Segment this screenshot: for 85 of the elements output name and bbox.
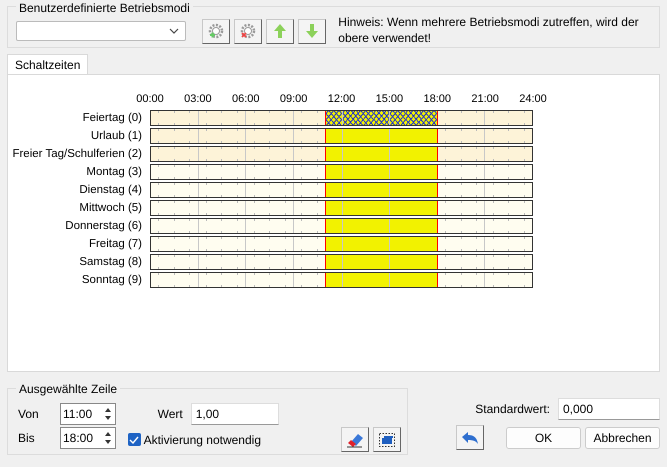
gear-delete-icon [239, 22, 258, 40]
group-title: Ausgewählte Zeile [16, 382, 120, 396]
to-time-spinner[interactable]: 18:00 [60, 427, 116, 449]
hour-label: 09:00 [280, 93, 308, 105]
active-hour-slot[interactable] [421, 183, 438, 197]
active-hour-slot[interactable] [325, 183, 343, 197]
move-up-button[interactable] [266, 18, 294, 44]
timeline-track[interactable] [150, 236, 533, 252]
hour-label: 24:00 [519, 93, 547, 105]
active-hour-slot[interactable] [421, 129, 438, 143]
active-hour-slot[interactable] [421, 165, 438, 179]
active-hour-slot[interactable] [325, 129, 343, 143]
row-label: Samstag (8) [79, 256, 142, 268]
row-label: Montag (3) [86, 166, 142, 178]
undo-arrow-icon [461, 430, 479, 444]
timeline-track[interactable] [150, 254, 533, 270]
move-down-button[interactable] [298, 18, 326, 44]
default-value-field[interactable]: 0,000 [558, 398, 660, 420]
hour-label: 03:00 [184, 93, 212, 105]
active-hour-slot[interactable] [374, 111, 390, 125]
dialog-button[interactable]: Abbrechen [585, 426, 660, 448]
active-hour-slot[interactable] [421, 255, 438, 269]
mode-dropdown[interactable] [16, 21, 186, 41]
hour-label: 00:00 [136, 93, 164, 105]
value-field[interactable]: 1,00 [190, 403, 279, 425]
arrow-down-icon [305, 23, 320, 39]
timeline-track[interactable] [150, 218, 533, 234]
tab[interactable]: Schaltzeiten [7, 54, 88, 74]
selection-icon [378, 432, 396, 448]
erase-button[interactable] [341, 427, 369, 452]
timeline-track[interactable] [150, 110, 533, 126]
active-hour-slot[interactable] [421, 219, 438, 233]
add-mode-button[interactable] [202, 18, 230, 44]
row-label: Urlaub (1) [90, 130, 142, 142]
active-hour-slot[interactable] [325, 237, 343, 251]
hour-label: 18:00 [423, 93, 452, 105]
hour-label: 15:00 [376, 93, 404, 105]
dialog-button[interactable]: OK [506, 426, 581, 448]
to-label: Bis [18, 431, 36, 445]
active-hour-slot[interactable] [325, 111, 343, 125]
gear-plus-icon [207, 22, 226, 40]
default-value-label: Standardwert: [475, 402, 550, 416]
row-label: Freier Tag/Schulferien (2) [12, 148, 142, 160]
active-hour-slot[interactable] [421, 147, 438, 161]
hour-label: 12:00 [328, 93, 356, 105]
active-hour-slot[interactable] [421, 111, 438, 125]
active-hour-slot[interactable] [421, 273, 438, 287]
active-hour-slot[interactable] [325, 255, 343, 269]
timeline-track[interactable] [150, 128, 533, 144]
timeline-track[interactable] [150, 182, 533, 198]
row-label: Mittwoch (5) [79, 202, 142, 214]
timeline-track[interactable] [150, 200, 533, 216]
active-hour-slot[interactable] [342, 111, 358, 125]
active-hour-slot[interactable] [325, 147, 343, 161]
row-label: Sonntag (9) [82, 274, 142, 286]
hour-label: 06:00 [232, 93, 260, 105]
timeline-track[interactable] [150, 164, 533, 180]
timeline-track[interactable] [150, 272, 533, 288]
activation-checkbox[interactable]: Aktivierung notwendig [128, 432, 261, 446]
hint-text: Hinweis: Wenn mehrere Betriebsmodi zutreffen, wird der obere verwendet! [338, 14, 640, 46]
from-time-spinner[interactable]: 11:00 [60, 403, 116, 425]
row-label: Freitag (7) [88, 238, 142, 250]
select-all-button[interactable] [373, 427, 401, 452]
from-label: Von [18, 407, 40, 421]
chevron-down-icon [169, 28, 180, 34]
row-label: Dienstag (4) [79, 184, 142, 196]
active-hour-slot[interactable] [325, 219, 343, 233]
hour-label: 21:00 [471, 93, 499, 105]
arrow-up-icon [273, 23, 288, 39]
timeline-track[interactable] [150, 146, 533, 162]
active-hour-slot[interactable] [358, 111, 374, 125]
active-hour-slot[interactable] [421, 201, 438, 215]
active-hour-slot[interactable] [325, 273, 343, 287]
active-hour-slot[interactable] [406, 111, 422, 125]
active-hour-slot[interactable] [325, 201, 343, 215]
row-label: Feiertag (0) [82, 112, 142, 124]
row-label: Donnerstag (6) [65, 220, 142, 232]
active-hour-slot[interactable] [421, 237, 438, 251]
value-label: Wert [158, 407, 183, 421]
delete-mode-button[interactable] [234, 18, 262, 44]
group-title: Benutzerdefinierte Betriebsmodi [16, 1, 193, 15]
eraser-icon [346, 432, 364, 448]
active-hour-slot[interactable] [325, 165, 343, 179]
active-hour-slot[interactable] [390, 111, 406, 125]
undo-button[interactable] [456, 425, 484, 450]
